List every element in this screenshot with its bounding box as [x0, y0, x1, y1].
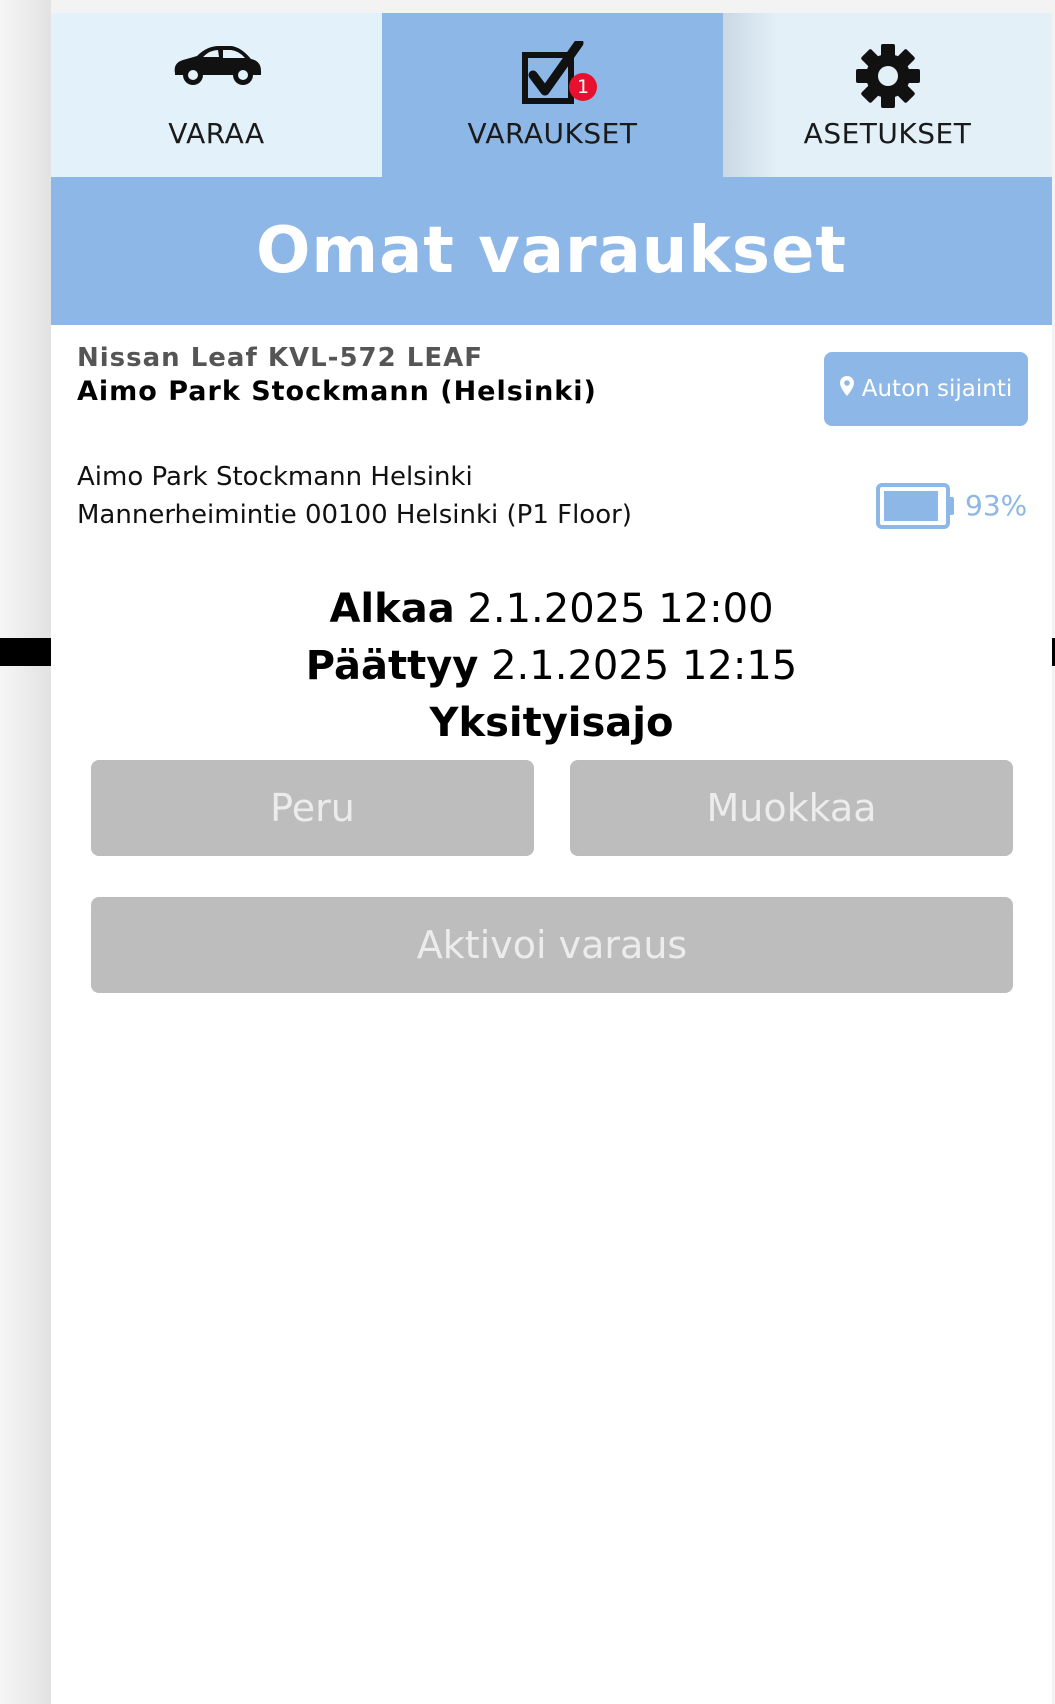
map-pin-icon	[839, 376, 854, 402]
battery-percent: 93%	[965, 489, 1028, 522]
page-header: Omat varaukset	[51, 177, 1052, 325]
tab-label-varaa: VARAA	[168, 117, 265, 150]
address-line-1: Aimo Park Stockmann Helsinki	[77, 462, 473, 492]
trip-type-row: Yksityisajo	[51, 695, 1052, 752]
tab-label-varaukset: VARAUKSET	[467, 117, 638, 150]
trip-type: Yksityisajo	[429, 700, 674, 746]
background-left	[0, 0, 51, 1704]
gear-icon	[853, 41, 923, 115]
tab-bar: VARAA 1 VARAUKSET ASETUKSET	[51, 13, 1052, 177]
app-screen: VARAA 1 VARAUKSET ASETUKSET Omat varauks…	[51, 13, 1052, 1704]
tab-label-asetukset: ASETUKSET	[803, 117, 972, 150]
notification-badge: 1	[569, 73, 597, 101]
tab-varaukset[interactable]: 1 VARAUKSET	[382, 13, 723, 177]
end-label: Päättyy	[305, 643, 479, 689]
cancel-button[interactable]: Peru	[91, 760, 534, 856]
car-icon	[169, 41, 265, 91]
battery-icon	[876, 483, 956, 533]
activate-reservation-button[interactable]: Aktivoi varaus	[91, 897, 1013, 993]
start-label: Alkaa	[329, 586, 455, 632]
start-time-row: Alkaa 2.1.2025 12:00	[51, 581, 1052, 638]
edit-button[interactable]: Muokkaa	[570, 760, 1013, 856]
station-name: Aimo Park Stockmann (Helsinki)	[77, 376, 597, 407]
address-line-2: Mannerheimintie 00100 Helsinki (P1 Floor…	[77, 500, 632, 530]
end-time-row: Päättyy 2.1.2025 12:15	[51, 638, 1052, 695]
tab-asetukset[interactable]: ASETUKSET	[723, 13, 1052, 177]
end-value: 2.1.2025 12:15	[491, 643, 798, 689]
tab-varaa[interactable]: VARAA	[51, 13, 382, 177]
car-model: Nissan Leaf KVL-572 LEAF	[77, 343, 484, 373]
car-location-label: Auton sijainti	[861, 376, 1013, 402]
page-title: Omat varaukset	[255, 214, 848, 288]
reservation-times: Alkaa 2.1.2025 12:00 Päättyy 2.1.2025 12…	[51, 581, 1052, 752]
edge-bar-left	[0, 638, 51, 666]
car-location-button[interactable]: Auton sijainti	[824, 352, 1028, 426]
start-value: 2.1.2025 12:00	[467, 586, 774, 632]
